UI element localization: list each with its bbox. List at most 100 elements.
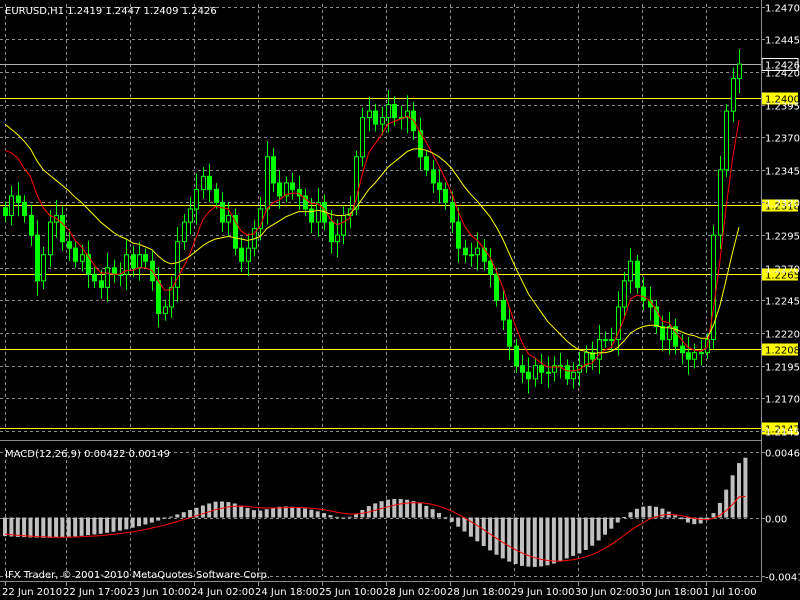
macd-bar bbox=[290, 506, 295, 518]
macd-bar bbox=[34, 517, 39, 538]
time-tick-label: 28 Jun 02:00 bbox=[383, 587, 447, 598]
macd-bar bbox=[622, 517, 627, 519]
macd-bar bbox=[583, 517, 588, 550]
price-bar-body bbox=[60, 215, 65, 243]
macd-bar bbox=[251, 510, 256, 518]
macd-bar bbox=[226, 502, 231, 518]
macd-bar bbox=[417, 503, 422, 518]
copyright-text: IFX Trader, © 2001-2010 MetaQuotes Softw… bbox=[5, 570, 270, 581]
price-bar-body bbox=[143, 254, 148, 262]
price-bar-body bbox=[35, 234, 40, 282]
macd-bar bbox=[22, 517, 27, 538]
macd-bar bbox=[328, 515, 333, 518]
macd-bar bbox=[449, 517, 454, 522]
macd-bar bbox=[86, 517, 90, 536]
price-bar-body bbox=[335, 234, 340, 243]
price-tick-label: 1.2295 bbox=[765, 232, 800, 243]
price-tick-label: 1.2445 bbox=[765, 36, 800, 47]
price-bar-body bbox=[137, 254, 142, 269]
macd-bar bbox=[430, 509, 435, 518]
price-bar-body bbox=[188, 208, 193, 223]
price-bar-body bbox=[214, 188, 219, 203]
level-label: 1.2208 bbox=[765, 346, 800, 357]
price-tick-label: 1.2270 bbox=[765, 265, 800, 276]
chart-canvas: 1.24001.23181.22651.22081.21471.2426 1.2… bbox=[0, 0, 800, 600]
time-tick-label: 22 Jun 17:00 bbox=[63, 587, 127, 598]
price-bar bbox=[494, 268, 499, 307]
price-bar-body bbox=[80, 254, 85, 262]
macd-bar bbox=[481, 517, 486, 546]
macd-bar bbox=[411, 501, 416, 518]
time-tick-label: 1 Jul 10:00 bbox=[703, 587, 757, 598]
time-tick-label: 22 Jun 2010 bbox=[2, 587, 62, 598]
price-bar-body bbox=[520, 365, 525, 373]
macd-bar bbox=[596, 517, 601, 541]
macd-bar bbox=[309, 509, 314, 518]
price-bar-body bbox=[131, 254, 136, 269]
macd-bar bbox=[634, 508, 639, 518]
price-bar-body bbox=[73, 247, 78, 262]
price-bar-body bbox=[443, 188, 448, 203]
price-bar-body bbox=[48, 221, 53, 256]
price-bar-body bbox=[182, 221, 187, 243]
price-bar-body bbox=[424, 156, 429, 171]
price-bar-body bbox=[367, 110, 372, 119]
time-tick-label: 24 Jun 02:00 bbox=[191, 587, 255, 598]
time-tick-label: 25 Jun 10:00 bbox=[319, 587, 383, 598]
price-bar-body bbox=[680, 345, 685, 354]
time-tick-label: 30 Jun 18:00 bbox=[639, 587, 703, 598]
macd-bar bbox=[322, 513, 327, 518]
macd-bar bbox=[130, 517, 135, 528]
price-bar-body bbox=[67, 241, 72, 249]
macd-bar bbox=[462, 517, 467, 532]
macd-bar bbox=[28, 517, 33, 538]
macd-bar bbox=[258, 510, 263, 518]
price-tick-label: 1.2470 bbox=[765, 4, 800, 15]
macd-tick-label: 0.00462 bbox=[765, 449, 800, 460]
macd-bar bbox=[3, 517, 7, 537]
price-bar-body bbox=[501, 299, 506, 321]
macd-bar bbox=[66, 517, 71, 537]
price-bar-body bbox=[628, 260, 633, 282]
macd-bar bbox=[41, 517, 46, 538]
macd-bar bbox=[507, 517, 512, 562]
price-bar-body bbox=[194, 188, 199, 210]
price-bar-body bbox=[207, 175, 212, 190]
macd-bar bbox=[609, 517, 614, 529]
chart-header: EURUSD,H1 1.2419 1.2447 1.2409 1.2426 bbox=[5, 6, 217, 17]
macd-bar bbox=[571, 517, 576, 556]
macd-bar bbox=[500, 517, 505, 559]
price-bar-body bbox=[526, 371, 531, 380]
macd-bar bbox=[475, 517, 480, 542]
macd-bar bbox=[347, 516, 352, 518]
price-bar-body bbox=[105, 267, 110, 288]
price-bar bbox=[635, 254, 640, 294]
time-tick-label: 28 Jun 18:00 bbox=[447, 587, 511, 598]
price-bar-body bbox=[533, 365, 538, 380]
macd-bar bbox=[545, 517, 550, 566]
price-bar-body bbox=[290, 182, 295, 190]
macd-bar bbox=[673, 515, 678, 518]
macd-bar bbox=[564, 517, 569, 559]
price-bar-body bbox=[239, 247, 244, 262]
macd-tick-label: 0.00 bbox=[765, 515, 787, 526]
macd-bar bbox=[405, 499, 410, 518]
macd-tick-label: -0.00412 bbox=[765, 573, 800, 584]
price-bar-body bbox=[201, 175, 206, 190]
price-bar-body bbox=[163, 306, 168, 314]
macd-bar bbox=[526, 517, 531, 567]
macd-bar bbox=[47, 517, 52, 538]
macd-bar bbox=[15, 517, 20, 537]
macd-bar bbox=[271, 507, 276, 518]
macd-bar bbox=[137, 517, 141, 527]
price-bar-body bbox=[565, 365, 570, 380]
price-bar-body bbox=[641, 286, 646, 301]
time-tick-label: 29 Jun 10:00 bbox=[511, 587, 575, 598]
price-tick-label: 1.2420 bbox=[765, 69, 800, 80]
price-bar-body bbox=[507, 319, 512, 347]
price-bar-body bbox=[277, 182, 282, 197]
price-tick-label: 1.2320 bbox=[765, 199, 800, 210]
macd-bar bbox=[156, 517, 161, 521]
price-bar-body bbox=[386, 104, 391, 119]
macd-bar bbox=[239, 505, 244, 518]
